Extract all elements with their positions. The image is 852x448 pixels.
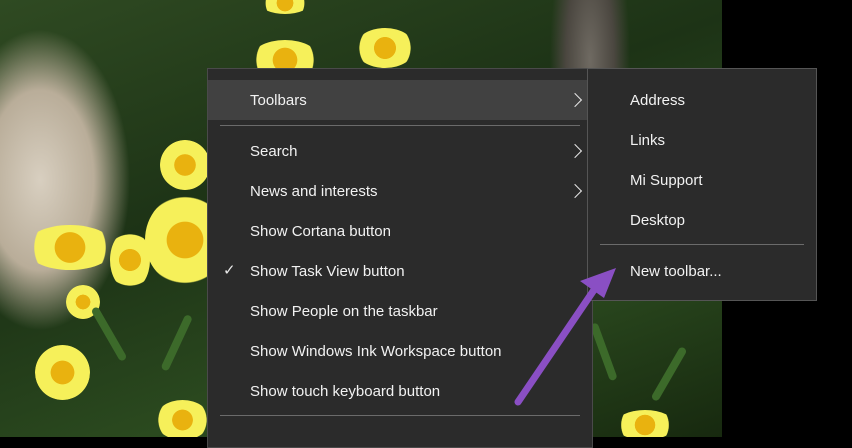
menu-item-label: Search xyxy=(250,142,298,160)
menu-item-show-windows-ink-workspace-button[interactable]: Show Windows Ink Workspace button xyxy=(208,331,592,371)
flower-decoration xyxy=(35,345,90,400)
menu-item-show-people-on-taskbar[interactable]: Show People on the taskbar xyxy=(208,291,592,331)
leaf-decoration xyxy=(589,322,618,382)
leaf-decoration xyxy=(90,306,128,362)
flower-decoration xyxy=(110,230,150,290)
flower-decoration xyxy=(615,410,675,437)
chevron-right-icon xyxy=(567,92,583,108)
flower-decoration xyxy=(25,225,115,270)
menu-item-search[interactable]: Search xyxy=(208,131,592,171)
menu-item-show-cortana-button[interactable]: Show Cortana button xyxy=(208,211,592,251)
menu-separator xyxy=(220,415,580,416)
flower-decoration xyxy=(155,400,210,437)
menu-separator xyxy=(220,125,580,126)
flower-decoration xyxy=(260,0,310,14)
submenu-item-mi-support[interactable]: Mi Support xyxy=(588,160,816,200)
submenu-item-label: Address xyxy=(630,91,686,109)
submenu-item-label: Links xyxy=(630,131,666,149)
submenu-item-desktop[interactable]: Desktop xyxy=(588,200,816,240)
leaf-decoration xyxy=(650,346,688,402)
submenu-item-label: New toolbar... xyxy=(630,262,722,280)
taskbar-context-menu: Toolbars Search News and interests Show … xyxy=(207,68,593,448)
menu-item-label: Show Task View button xyxy=(250,262,405,280)
submenu-item-label: Mi Support xyxy=(630,171,703,189)
submenu-item-address[interactable]: Address xyxy=(588,80,816,120)
menu-item-show-task-view-button[interactable]: ✓ Show Task View button xyxy=(208,251,592,291)
menu-item-news-and-interests[interactable]: News and interests xyxy=(208,171,592,211)
menu-item-show-touch-keyboard-button[interactable]: Show touch keyboard button xyxy=(208,371,592,411)
flower-decoration xyxy=(160,140,210,190)
menu-item-label: Show touch keyboard button xyxy=(250,382,441,400)
menu-item-label: News and interests xyxy=(250,182,378,200)
menu-item-label: Show Cortana button xyxy=(250,222,391,240)
submenu-item-new-toolbar[interactable]: New toolbar... xyxy=(588,251,816,291)
leaf-decoration xyxy=(160,313,193,372)
submenu-separator xyxy=(600,244,804,245)
toolbars-submenu: Address Links Mi Support Desktop New too… xyxy=(587,68,817,301)
submenu-item-links[interactable]: Links xyxy=(588,120,816,160)
menu-item-label: Toolbars xyxy=(250,91,307,109)
chevron-right-icon xyxy=(567,143,583,159)
flower-decoration xyxy=(355,28,415,68)
menu-item-toolbars[interactable]: Toolbars xyxy=(208,80,592,120)
menu-item-label: Show People on the taskbar xyxy=(250,302,438,320)
submenu-item-label: Desktop xyxy=(630,211,686,229)
checkmark-icon: ✓ xyxy=(223,261,236,280)
chevron-right-icon xyxy=(567,183,583,199)
menu-item-label: Show Windows Ink Workspace button xyxy=(250,342,502,360)
